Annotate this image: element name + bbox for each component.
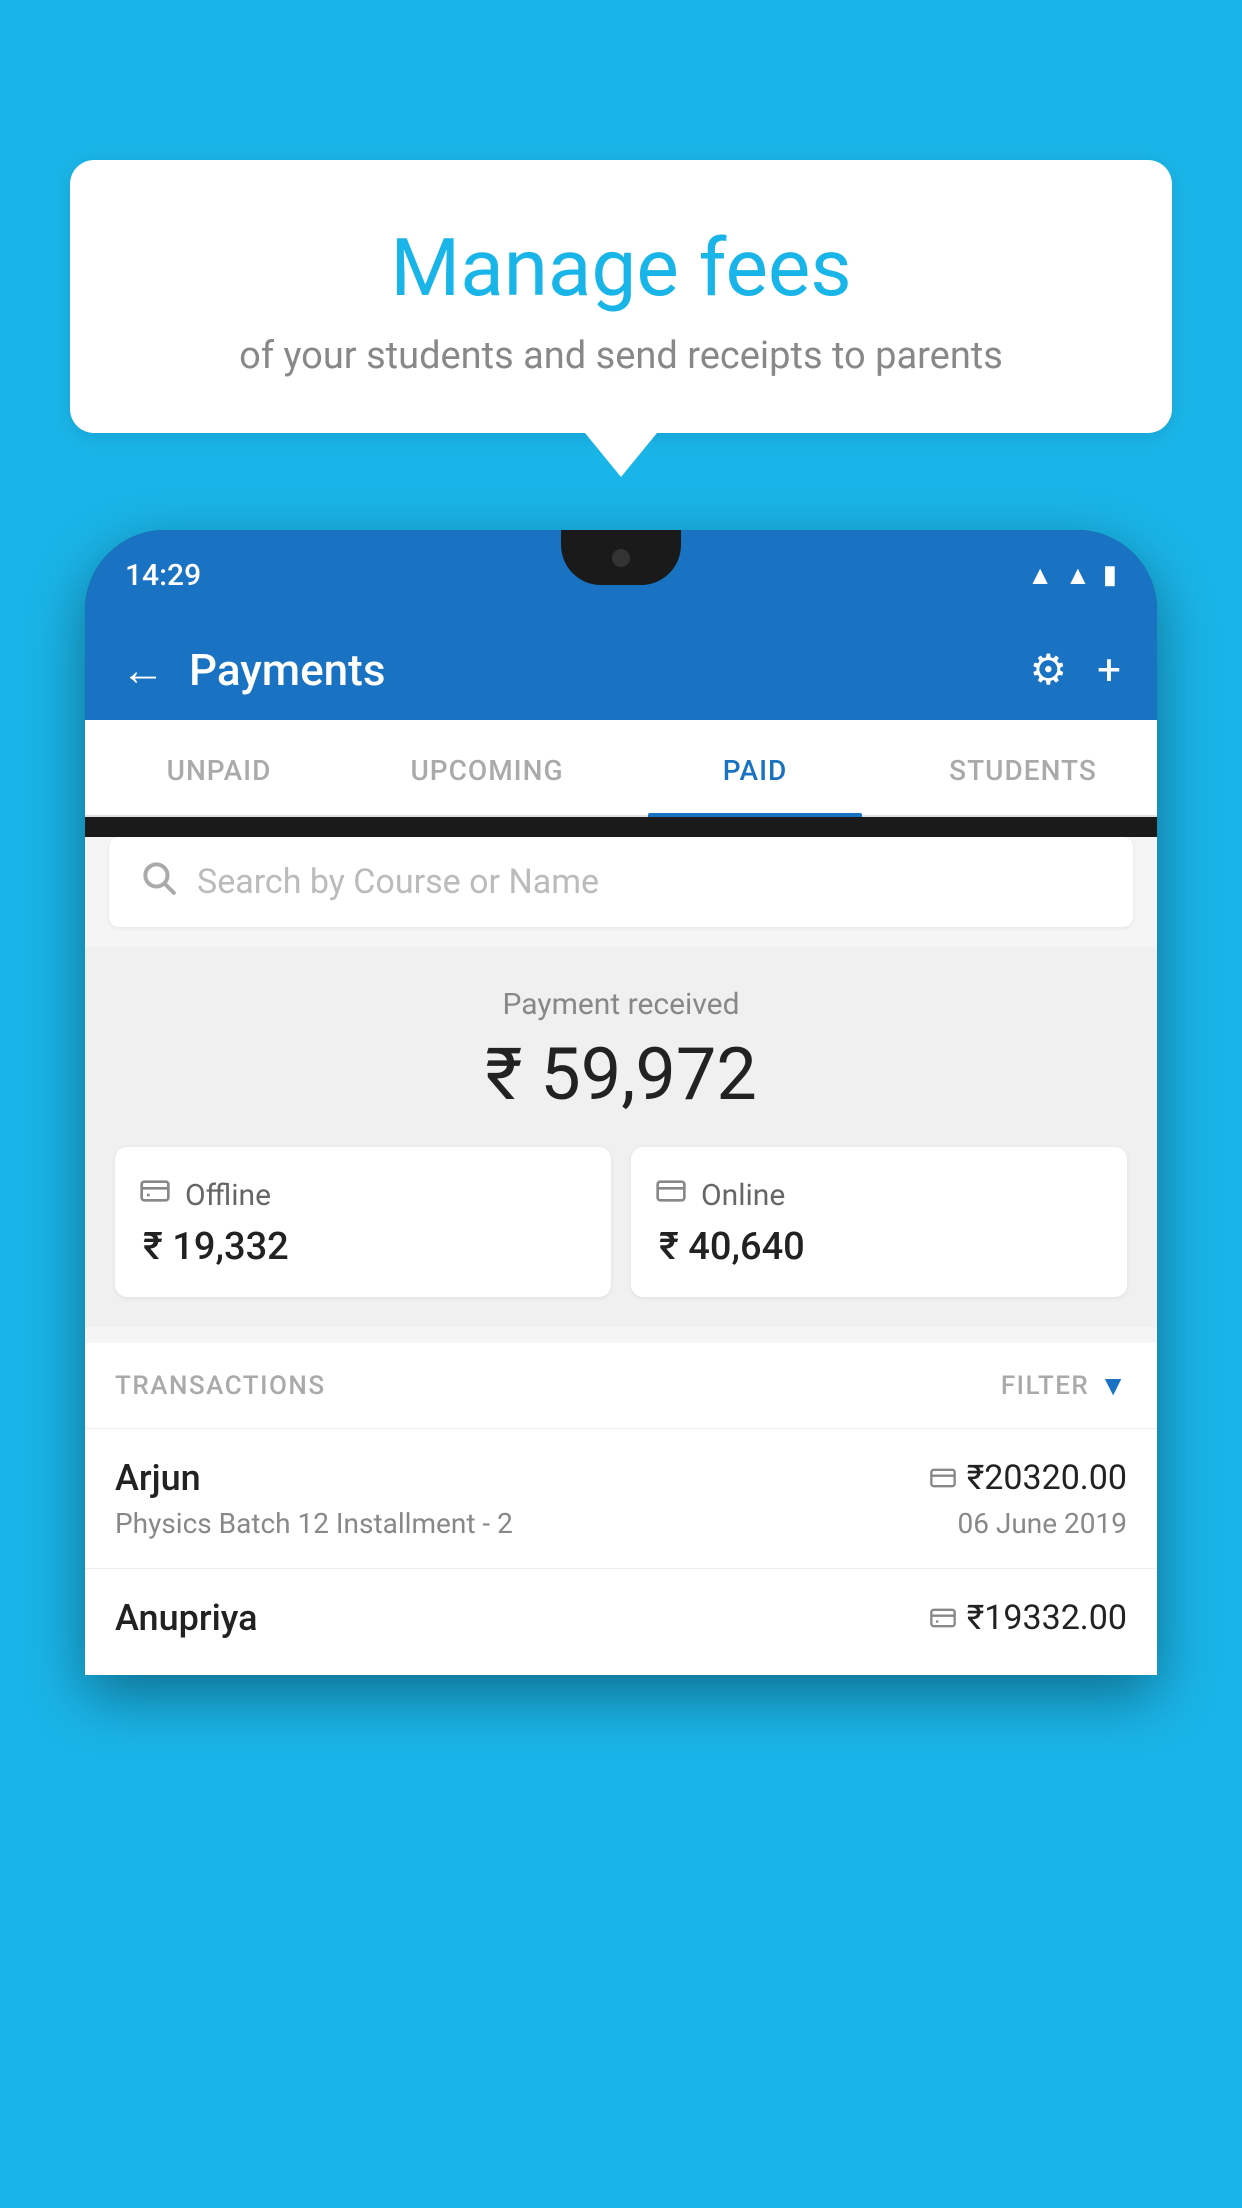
speech-bubble: Manage fees of your students and send re…	[70, 160, 1172, 433]
status-bar: 14:29 ▲ ▲ ▮	[85, 530, 1157, 620]
online-card: Online ₹ 40,640	[631, 1147, 1127, 1297]
phone-frame: 14:29 ▲ ▲ ▮ ← Payments ⚙ + UNPAID UPCOMI…	[85, 530, 1157, 1675]
transaction-item-anupriya[interactable]: Anupriya ₹19332.00	[85, 1568, 1157, 1675]
transaction-item-arjun[interactable]: Arjun ₹20320.00 Physics Batch 12 Install…	[85, 1428, 1157, 1568]
student-name-arjun: Arjun	[115, 1457, 201, 1499]
wifi-icon: ▲	[1027, 560, 1053, 591]
tab-paid[interactable]: PAID	[621, 720, 889, 815]
transaction-row-anupriya: Anupriya ₹19332.00	[115, 1597, 1127, 1639]
transaction-sub-arjun: Physics Batch 12 Installment - 2 06 June…	[115, 1507, 1127, 1540]
online-icon	[655, 1175, 687, 1215]
filter-icon: ▼	[1099, 1369, 1127, 1402]
bubble-title: Manage fees	[150, 220, 1092, 316]
speech-bubble-wrapper: Manage fees of your students and send re…	[70, 160, 1172, 477]
online-amount: ₹ 40,640	[655, 1225, 1103, 1269]
offline-label: Offline	[185, 1178, 271, 1213]
back-button[interactable]: ←	[121, 644, 165, 696]
settings-icon[interactable]: ⚙	[1030, 645, 1068, 695]
student-name-anupriya: Anupriya	[115, 1597, 258, 1639]
status-icons: ▲ ▲ ▮	[1027, 560, 1117, 591]
online-payment-icon	[929, 1464, 957, 1492]
header-title: Payments	[189, 644, 1006, 696]
bubble-subtitle: of your students and send receipts to pa…	[150, 334, 1092, 378]
app-header: ← Payments ⚙ +	[85, 620, 1157, 720]
camera-dot	[612, 549, 630, 567]
filter-label: FILTER	[1001, 1371, 1089, 1401]
offline-icon	[139, 1175, 171, 1215]
battery-icon: ▮	[1103, 560, 1117, 590]
payment-received-label: Payment received	[115, 987, 1127, 1022]
add-icon[interactable]: +	[1097, 646, 1121, 695]
transaction-amount-anupriya: ₹19332.00	[929, 1598, 1127, 1638]
phone-wrapper: 14:29 ▲ ▲ ▮ ← Payments ⚙ + UNPAID UPCOMI…	[85, 530, 1157, 2208]
search-icon	[139, 858, 177, 906]
status-time: 14:29	[125, 558, 201, 593]
header-icons: ⚙ +	[1030, 645, 1122, 695]
transactions-header: TRANSACTIONS FILTER ▼	[85, 1343, 1157, 1428]
search-placeholder-text: Search by Course or Name	[197, 862, 599, 902]
payment-total-amount: ₹ 59,972	[115, 1032, 1127, 1117]
payment-cards: Offline ₹ 19,332	[115, 1147, 1127, 1297]
tab-students[interactable]: STUDENTS	[889, 720, 1157, 815]
online-label: Online	[701, 1178, 785, 1213]
transaction-row-arjun: Arjun ₹20320.00	[115, 1457, 1127, 1499]
speech-bubble-pointer	[585, 433, 657, 477]
notch	[561, 530, 681, 585]
offline-card: Offline ₹ 19,332	[115, 1147, 611, 1297]
app-content: Search by Course or Name Payment receive…	[85, 837, 1157, 1675]
offline-amount: ₹ 19,332	[139, 1225, 587, 1269]
payment-summary: Payment received ₹ 59,972	[85, 947, 1157, 1327]
online-card-header: Online	[655, 1175, 1103, 1215]
transaction-amount-arjun: ₹20320.00	[929, 1458, 1127, 1498]
tab-unpaid[interactable]: UNPAID	[85, 720, 353, 815]
tab-upcoming[interactable]: UPCOMING	[353, 720, 621, 815]
filter-row[interactable]: FILTER ▼	[1001, 1369, 1127, 1402]
course-info-arjun: Physics Batch 12 Installment - 2	[115, 1507, 513, 1540]
search-bar[interactable]: Search by Course or Name	[109, 837, 1133, 927]
signal-icon: ▲	[1065, 560, 1091, 591]
offline-card-header: Offline	[139, 1175, 587, 1215]
tabs-bar: UNPAID UPCOMING PAID STUDENTS	[85, 720, 1157, 817]
offline-payment-icon	[929, 1604, 957, 1632]
transactions-label: TRANSACTIONS	[115, 1371, 326, 1401]
date-info-arjun: 06 June 2019	[957, 1507, 1127, 1540]
